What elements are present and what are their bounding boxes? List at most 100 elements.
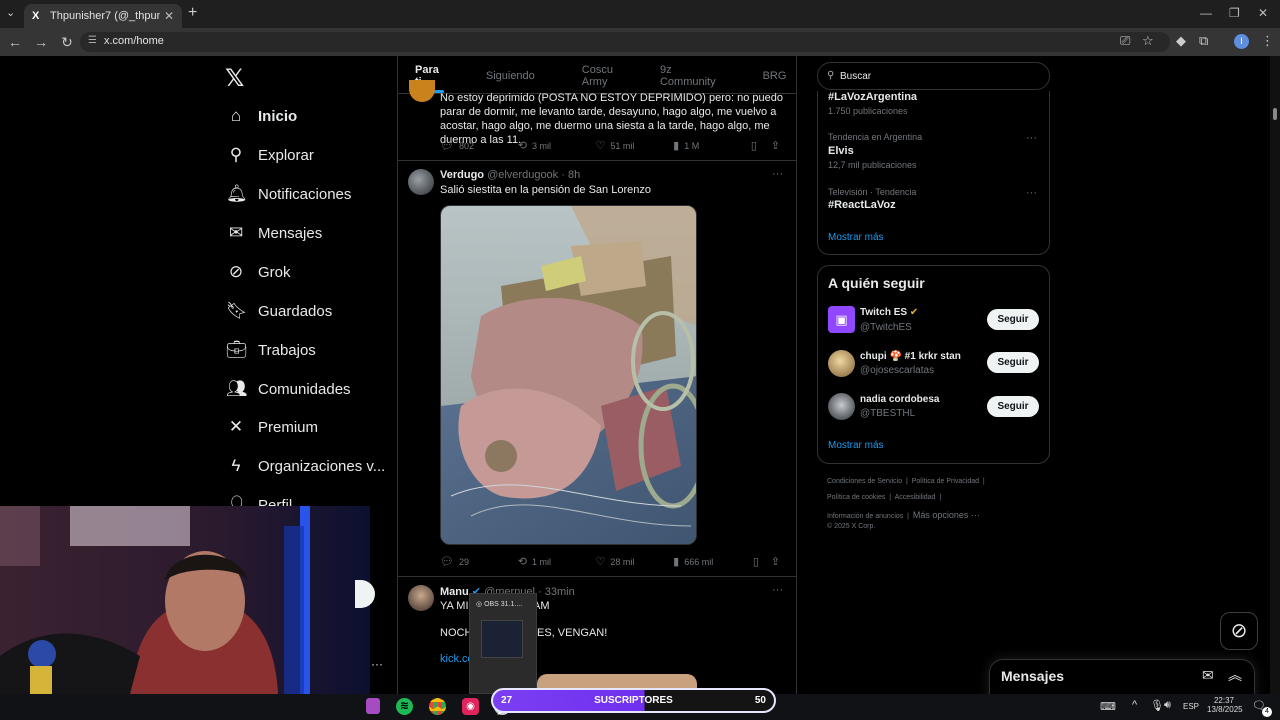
sidebar-item-organizaciones-v[interactable]: ϟ Organizaciones v... (226, 454, 386, 478)
ads-info-link[interactable]: Información de anuncios (827, 513, 903, 520)
author-name[interactable]: Verdugo (440, 169, 484, 181)
tray-chevron-icon[interactable]: ^ (1132, 699, 1137, 711)
twitch-avatar[interactable]: ▣ (828, 306, 855, 333)
sidebar-item-premium[interactable]: ✕ Premium (226, 415, 318, 439)
new-message-icon[interactable]: ✉ (1202, 667, 1214, 684)
follow-avatar[interactable] (828, 350, 855, 377)
tab-brg[interactable]: BRG (746, 70, 787, 82)
follow-handle[interactable]: @TwitchES (860, 322, 912, 333)
x-logo-icon[interactable]: 𝕏 (225, 64, 244, 93)
new-tab-icon[interactable]: + (188, 4, 197, 22)
search-input[interactable]: ⚲ Buscar (817, 62, 1050, 90)
scrollbar-thumb[interactable] (1273, 108, 1277, 120)
post-time[interactable]: · 33min (538, 586, 575, 598)
tab-9z-community[interactable]: 9z Community (643, 64, 716, 88)
volume-icon[interactable]: 🔊︎ (1164, 699, 1171, 712)
trend-title[interactable]: #LaVozArgentina (828, 91, 917, 103)
tab-coscu-army[interactable]: Coscu Army (565, 64, 613, 88)
bookmark-button[interactable]: ▯ (751, 139, 771, 152)
follow-name[interactable]: nadia cordobesa (860, 394, 939, 405)
accessibility-link[interactable]: Accesibilidad (895, 494, 936, 501)
sidebar-more-icon[interactable]: ··· (371, 657, 383, 671)
sidebar-item-comunidades[interactable]: 👥︎ Comunidades (226, 377, 351, 401)
sidebar-item-inicio[interactable]: ⌂ Inicio (226, 104, 297, 128)
tab-search-icon[interactable]: ⌄ (6, 6, 15, 19)
follow-name[interactable]: chupi 🍄 #1 krkr stan (860, 351, 961, 362)
views-button[interactable]: ▮ 666 mil (673, 555, 753, 568)
chrome-icon[interactable] (429, 698, 446, 715)
more-icon[interactable]: ··· (772, 584, 783, 596)
privacy-link[interactable]: Política de Privacidad (912, 478, 979, 485)
bookmark-star-icon[interactable]: ☆ (1142, 33, 1154, 49)
close-window-icon[interactable]: ✕ (1258, 6, 1268, 20)
author-handle[interactable]: @elverdugook (487, 169, 558, 181)
sidebar-item-mensajes[interactable]: ✉ Mensajes (226, 221, 322, 245)
follow-button[interactable]: Seguir (987, 352, 1039, 373)
more-icon[interactable]: ··· (772, 168, 783, 180)
like-button[interactable]: ♡ 51 mil (595, 139, 673, 152)
post-image[interactable] (440, 205, 697, 545)
repost-button[interactable]: ⟲ 3 mil (518, 139, 596, 152)
clock[interactable]: 22:37 13/8/2025 (1207, 696, 1243, 714)
like-button[interactable]: ♡ 28 mil (595, 555, 673, 568)
forward-icon[interactable]: → (28, 34, 54, 50)
url-field[interactable]: ☰ x.com/home (80, 32, 1170, 52)
share-button[interactable]: ⇪ (771, 139, 785, 152)
trend-more-icon[interactable]: ··· (1026, 187, 1037, 199)
follow-name[interactable]: Twitch ES ✔ (860, 307, 918, 318)
back-icon[interactable]: ← (2, 34, 28, 50)
follow-handle[interactable]: @ojosescarlatas (860, 365, 934, 376)
sidebar-item-grok[interactable]: ⊘ Grok (226, 260, 291, 284)
follow-button[interactable]: Seguir (987, 396, 1039, 417)
reply-button[interactable]: 💬︎ 802 (440, 139, 518, 152)
keyboard-icon[interactable]: ⌨ (1100, 700, 1116, 713)
sidebar-item-explorar[interactable]: ⚲ Explorar (226, 143, 314, 167)
grok-floating-button[interactable]: ⊘ (1220, 612, 1258, 650)
bookmark-button[interactable]: ▯ (753, 555, 771, 568)
show-more-trends-link[interactable]: Mostrar más (828, 232, 884, 243)
post-text-line2b: ES, VENGAN! (537, 627, 608, 639)
more-options-link[interactable]: Más opciones ··· (913, 510, 980, 520)
trend-more-icon[interactable]: ··· (1026, 132, 1037, 144)
follow-handle[interactable]: @TBESTHL (860, 408, 915, 419)
views-button[interactable]: ▮ 1 M (673, 139, 751, 152)
restore-icon[interactable]: ❐ (1229, 6, 1240, 20)
language-indicator[interactable]: ESP (1183, 702, 1199, 711)
extension-diamond-icon[interactable]: ◆ (1176, 33, 1186, 49)
browser-tab[interactable]: X Thpunisher7 (@_thpunisher7) / ✕ (24, 4, 182, 28)
post-avatar[interactable] (408, 585, 434, 611)
terms-link[interactable]: Condiciones de Servicio (827, 478, 902, 485)
sidebar-item-guardados[interactable]: 🔖︎ Guardados (226, 299, 332, 323)
repost-button[interactable]: ⟲ 1 mil (518, 555, 596, 568)
app-red-icon[interactable]: ◉ (462, 698, 479, 715)
extensions-icon[interactable]: ⧉ (1199, 33, 1208, 49)
tab-siguiendo[interactable]: Siguiendo (469, 70, 535, 82)
follow-avatar[interactable] (828, 393, 855, 420)
site-info-icon[interactable]: ☰ (88, 35, 97, 46)
reply-count: 802 (458, 140, 474, 151)
sidebar-item-notificaciones[interactable]: 🔔︎ Notificaciones (226, 182, 351, 206)
page-scrollbar[interactable] (1270, 56, 1280, 694)
cookies-link[interactable]: Política de cookies (827, 494, 885, 501)
show-more-follow-link[interactable]: Mostrar más (828, 440, 884, 451)
microphone-icon[interactable]: 🎙︎ (1150, 699, 1164, 712)
obs-thumbnail-popup[interactable]: ◎ OBS 31.1.... (469, 593, 537, 694)
profile-avatar[interactable]: I (1234, 34, 1249, 49)
follow-button[interactable]: Seguir (987, 309, 1039, 330)
spotify-icon[interactable]: ≋ (396, 698, 413, 715)
expand-icon[interactable]: ︽ (1228, 665, 1242, 685)
post-avatar[interactable] (408, 169, 434, 195)
app-icon[interactable] (366, 698, 380, 714)
menu-kebab-icon[interactable]: ⋮ (1261, 33, 1274, 49)
close-tab-icon[interactable]: ✕ (164, 9, 174, 23)
minimize-icon[interactable]: — (1200, 6, 1212, 20)
reload-icon[interactable]: ↻ (54, 34, 80, 51)
share-button[interactable]: ⇪ (771, 555, 785, 568)
sidebar-item-trabajos[interactable]: 💼︎ Trabajos (226, 338, 316, 362)
cast-icon[interactable]: ⎚ (1120, 33, 1130, 49)
author-name[interactable]: Manu (440, 586, 469, 598)
post-time[interactable]: · 8h (561, 169, 580, 181)
reply-button[interactable]: 💬︎ 29 (440, 555, 518, 568)
trend-title[interactable]: #ReactLaVoz (828, 199, 896, 211)
trend-title[interactable]: Elvis (828, 145, 854, 157)
